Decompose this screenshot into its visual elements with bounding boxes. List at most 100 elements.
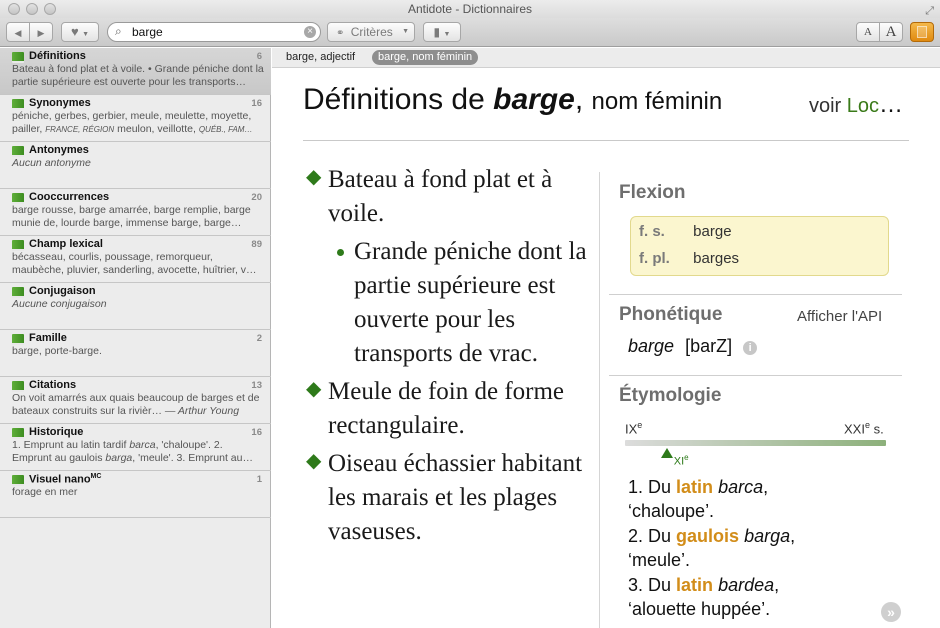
tab-barge-nom-feminin[interactable]: barge, nom féminin: [372, 50, 479, 65]
definition-text: Grande péniche dont la partie supérieure…: [354, 238, 587, 367]
entry-tabs: barge, adjectif barge, nom féminin: [272, 48, 940, 68]
sidebar-item-antonymes[interactable]: Antonymes Aucun antonyme: [0, 142, 271, 189]
book-icon: [12, 475, 24, 486]
sidebar-item-count: 1: [256, 474, 262, 485]
sidebar-item-title: Historique: [29, 426, 84, 438]
search-icon: ⌕: [115, 24, 122, 38]
region-tag: FRANCE, RÉGION: [45, 124, 115, 134]
more-ellipsis[interactable]: …: [879, 91, 903, 118]
show-api-link[interactable]: Afficher l'API: [797, 308, 882, 325]
sidebar-item-champ-lexical[interactable]: Champ lexical 89 bécasseau, courlis, pou…: [0, 236, 271, 283]
etym-term: bardea: [718, 575, 775, 595]
diamond-bullet-icon: ◆: [306, 378, 322, 400]
desc-term: barga: [105, 451, 133, 464]
close-window-button[interactable]: [8, 3, 20, 15]
book-icon: [12, 193, 24, 204]
see-also-link[interactable]: voir Loc…: [809, 91, 903, 119]
sidebar-item-desc: Aucun antonyme: [12, 157, 91, 169]
trademark-sup: MC: [90, 473, 102, 480]
timeline-marker-icon[interactable]: [660, 448, 673, 458]
etymologie-title: Étymologie: [619, 385, 722, 406]
etym-gloss: ‘meule’.: [628, 550, 691, 570]
sidebar-item-title: Définitions: [29, 50, 86, 62]
etym-lang[interactable]: latin: [676, 575, 713, 595]
sidebar-item-desc: bécasseau, courlis, poussage, remorqueur…: [12, 251, 257, 276]
title-separator: ,: [574, 83, 584, 116]
sidebar-item-citations[interactable]: Citations 13 On voit amarrés aux quais b…: [0, 377, 271, 424]
forward-button[interactable]: ▶: [29, 22, 53, 42]
etym-num: 2. Du: [628, 526, 672, 546]
flexion-label: f. pl.: [639, 250, 670, 267]
citation-author: — Arthur Young: [164, 404, 240, 417]
marker-text: XI: [673, 455, 685, 468]
marker-sup: e: [684, 453, 689, 462]
tab-barge-adjectif[interactable]: barge, adjectif: [280, 50, 361, 65]
heart-icon: ♥: [71, 24, 79, 39]
sidebar-item-desc: péniche, gerbes, gerbier, meule, meulett…: [12, 110, 264, 136]
sidebar-item-conjugaison[interactable]: Conjugaison Aucune conjugaison: [0, 283, 271, 330]
sidebar-item-title: Antonymes: [29, 144, 89, 156]
criteria-button[interactable]: ⚭ Critères ▼: [327, 22, 415, 42]
font-smaller-button[interactable]: A: [856, 22, 880, 42]
zoom-window-button[interactable]: [44, 3, 56, 15]
back-button[interactable]: ◀: [6, 22, 30, 42]
sidebar-item-cooccurrences[interactable]: Cooccurrences 20 barge rousse, barge ama…: [0, 189, 271, 236]
sidebar-item-visuel-nano[interactable]: Visuel nanoMC 1 forage en mer: [0, 471, 271, 518]
book-icon: [917, 26, 927, 38]
font-smaller-label: A: [864, 26, 872, 38]
loc-link[interactable]: Loc: [847, 95, 879, 117]
book-icon: [12, 428, 24, 439]
sidebar-item-historique[interactable]: Historique 16 1. Emprunt au latin tardif…: [0, 424, 271, 471]
sidebar-item-count: 89: [251, 239, 262, 250]
phonetic-word: barge: [628, 336, 675, 356]
sidebar-item-count: 16: [251, 427, 262, 438]
diamond-bullet-icon: ◆: [306, 166, 322, 188]
desc-text: 1. Emprunt au latin tardif: [12, 439, 130, 451]
sidebar-item-desc: barge rousse, barge amarrée, barge rempl…: [12, 204, 251, 229]
favorites-button[interactable]: ♥ ▼: [61, 22, 99, 42]
title-bar: Antidote - Dictionnaires ⤢: [0, 0, 940, 18]
flexion-value[interactable]: barge: [693, 223, 731, 240]
sidebar-item-count: 6: [256, 51, 262, 62]
phonetic-ipa: [barZ]: [685, 336, 733, 356]
flexion-value[interactable]: barges: [693, 250, 739, 267]
sidebar-item-synonymes[interactable]: Synonymes 16 péniche, gerbes, gerbier, m…: [0, 95, 271, 142]
divider: [609, 294, 902, 295]
flexion-title: Flexion: [619, 182, 686, 203]
sidebar-item-famille[interactable]: Famille 2 barge, porte-barge.: [0, 330, 271, 377]
sidebar-item-definitions[interactable]: Définitions 6 Bateau à fond plat et à vo…: [0, 48, 271, 95]
etym-gloss: ‘alouette huppée’.: [628, 599, 771, 619]
toolbar: ◀ ▶ ♥ ▼ ⌕ × ⚭ Critères ▼ ▮ ▼ A A: [0, 18, 940, 47]
window-title: Antidote - Dictionnaires: [407, 2, 533, 16]
divider: [303, 140, 909, 141]
desc-term: barca: [129, 439, 156, 451]
flexion-row: f. pl. barges: [639, 250, 739, 267]
search-field[interactable]: ⌕ ×: [107, 22, 321, 42]
region-tag: QUÉB., FAM…: [198, 124, 253, 134]
sidebar-item-title: Visuel nanoMC: [29, 473, 101, 486]
phonetique-title: Phonétique: [619, 304, 723, 325]
timeline-start-label: IXe: [625, 420, 642, 436]
definition-item: ◆ Bateau à fond plat et à voile.: [306, 163, 596, 231]
info-icon[interactable]: i: [743, 341, 758, 355]
search-input[interactable]: [132, 24, 302, 40]
chevron-down-icon: ▼: [402, 28, 409, 35]
trash-button[interactable]: ▮ ▼: [423, 22, 461, 42]
sidebar-item-title: Cooccurrences: [29, 191, 110, 203]
next-page-button[interactable]: »: [881, 602, 901, 622]
definition-item: ◆ Meule de foin de forme rectangulaire.: [306, 375, 596, 443]
sidebar-item-desc: Aucune conjugaison: [12, 298, 107, 310]
clear-search-icon[interactable]: ×: [304, 26, 316, 38]
etym-lang[interactable]: gaulois: [676, 526, 739, 546]
voir-label: voir: [808, 95, 842, 117]
sidebar-item-desc: barge, porte-barge.: [12, 345, 102, 357]
diamond-bullet-icon: ◆: [306, 450, 322, 472]
dictionaries-button[interactable]: [910, 22, 934, 42]
book-icon: [12, 287, 24, 298]
etymology-timeline: [625, 440, 886, 446]
etym-lang[interactable]: latin: [676, 477, 713, 497]
etym-num: 1. Du: [628, 477, 672, 497]
minimize-window-button[interactable]: [26, 3, 38, 15]
font-larger-button[interactable]: A: [879, 22, 903, 42]
page-title: Définitions de barge, nom féminin voir L…: [303, 83, 913, 123]
